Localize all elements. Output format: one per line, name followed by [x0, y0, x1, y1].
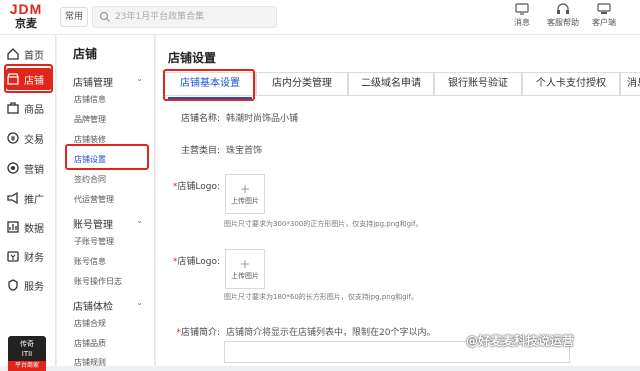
plus-icon: +: [239, 257, 251, 271]
logo2-label-text: 店铺Logo:: [177, 257, 220, 267]
watermark-text: @好麦麦科技说运营: [466, 334, 575, 348]
promo-badge[interactable]: 传奇 ITII 平台商家: [8, 336, 46, 371]
intro-label-text: 店铺简介:: [180, 328, 220, 338]
intro-label: *店铺简介:: [150, 325, 220, 338]
group-label: 店铺体检: [73, 302, 113, 313]
sidebar-item-contract[interactable]: 签约合同: [74, 174, 106, 185]
logo-text: JDM: [9, 1, 43, 17]
rail-item-trade[interactable]: 交易: [6, 127, 52, 149]
goods-icon: [7, 102, 19, 114]
store-name-value: 韩潮时尚饰品小铺: [226, 114, 299, 124]
logo2-hint: 图片尺寸要求为180*60的长方形图片，仅支持jpg,png和gif。: [224, 293, 418, 301]
rail-label: 财务: [24, 252, 44, 264]
desktop-icon: [597, 3, 611, 14]
rail-label: 服务: [24, 281, 44, 293]
rail-label: 交易: [24, 134, 44, 146]
highlight-box-store-settings: [65, 144, 149, 170]
sidebar-item-quality[interactable]: 店铺品质: [74, 338, 106, 349]
store-name-label: 店铺名称:: [180, 114, 220, 124]
sidebar-item-account-log[interactable]: 账号操作日志: [74, 276, 122, 287]
sidebar-title: 店铺: [73, 47, 98, 61]
data-icon: [7, 221, 19, 233]
promo-tag: 平台商家: [8, 361, 46, 371]
rail-label: 商品: [24, 104, 44, 116]
group-label: 店铺管理: [73, 78, 113, 89]
tab-card-auth[interactable]: 个人卡支付授权: [522, 72, 620, 96]
sidebar-item-agency[interactable]: 代运营管理: [74, 194, 114, 205]
rail-label: 数据: [24, 223, 44, 235]
logo2-uploader[interactable]: + 上传图片: [225, 249, 265, 289]
jdm-logo[interactable]: JDM 京麦: [6, 2, 46, 33]
search-input[interactable]: [115, 9, 273, 25]
upload-label: 上传图片: [231, 272, 259, 280]
sidebar-item-store-info[interactable]: 店铺信息: [74, 94, 106, 105]
logo-sub: 京麦: [15, 17, 37, 30]
logo2-label: *店铺Logo:: [150, 254, 220, 267]
logo1-uploader[interactable]: + 上传图片: [225, 174, 265, 214]
messages-label: 消息: [514, 18, 530, 27]
sidebar-item-rules[interactable]: 店铺规则: [74, 357, 106, 368]
promotion-icon: [7, 191, 18, 205]
client-button[interactable]: 客户端: [592, 3, 616, 28]
highlight-box-store-nav: [4, 64, 53, 93]
search-icon: [99, 11, 110, 22]
help-label: 客服帮助: [547, 18, 579, 27]
chevron-down-icon: ⌄: [136, 74, 143, 83]
tab-category-manage[interactable]: 店内分类管理: [256, 72, 348, 96]
rail-item-goods[interactable]: 商品: [6, 97, 52, 119]
highlight-box-basic-tab: [163, 69, 255, 101]
rail-label: 推广: [24, 194, 44, 206]
messages-button[interactable]: 消息: [514, 3, 530, 28]
rail-item-promotion[interactable]: 推广: [6, 187, 52, 209]
upload-label: 上传图片: [231, 197, 259, 205]
sidebar-item-account-info[interactable]: 账号信息: [74, 256, 106, 267]
group-store-manage[interactable]: 店铺管理 ⌄: [73, 74, 147, 89]
finance-icon: [7, 251, 19, 262]
home-icon: [7, 48, 19, 60]
logo1-label-text: 店铺Logo:: [177, 182, 220, 192]
tab-messages[interactable]: 消息: [620, 72, 640, 96]
help-button[interactable]: 客服帮助: [547, 3, 579, 28]
logo1-label: *店铺Logo:: [150, 179, 220, 192]
sidebar-item-compliance[interactable]: 店铺合规: [74, 318, 106, 329]
rail-label: 营销: [24, 164, 44, 176]
promo-text: 传奇 ITII: [20, 340, 34, 358]
search-box[interactable]: [92, 6, 277, 28]
category-label: 主营类目:: [180, 146, 220, 156]
trade-icon: [7, 132, 19, 144]
rail-item-home[interactable]: 首页: [6, 43, 52, 65]
monitor-icon: [515, 3, 529, 15]
tab-bank-verify[interactable]: 银行账号验证: [434, 72, 522, 96]
page-title: 店铺设置: [168, 51, 217, 65]
marketing-icon: [7, 162, 19, 174]
client-label: 客户端: [592, 18, 616, 27]
plus-icon: +: [239, 182, 251, 196]
tab-subdomain[interactable]: 二级域名申请: [348, 72, 434, 96]
rail-item-data[interactable]: 数据: [6, 216, 52, 238]
intro-hint: 店铺简介将显示在店铺列表中，限制在20个字以内。: [226, 328, 436, 338]
sidebar-item-subaccount[interactable]: 子账号管理: [74, 236, 114, 247]
rail-item-finance[interactable]: 财务: [6, 245, 52, 267]
rail-item-service[interactable]: 服务: [6, 274, 52, 296]
service-icon: [8, 279, 18, 291]
rail-label: 首页: [24, 50, 44, 62]
group-account-manage[interactable]: 账号管理 ⌄: [73, 216, 147, 231]
common-button[interactable]: 常用: [60, 7, 88, 27]
chevron-down-icon: ⌄: [136, 298, 143, 307]
group-store-check[interactable]: 店铺体检 ⌄: [73, 298, 147, 313]
category-value: 珠宝首饰: [226, 146, 263, 156]
headset-icon: [557, 3, 569, 14]
rail-item-marketing[interactable]: 营销: [6, 157, 52, 179]
logo1-hint: 图片尺寸要求为300*300的正方形图片，仅支持jpg,png和gif。: [224, 220, 423, 228]
sidebar-item-brand[interactable]: 品牌管理: [74, 114, 106, 125]
chevron-down-icon: ⌄: [136, 216, 143, 225]
group-label: 账号管理: [73, 220, 113, 231]
top-bar: JDM 京麦 常用 消息 客服帮助 客户端: [0, 0, 640, 35]
store-sidebar: 店铺 店铺管理 ⌄ 店铺信息 品牌管理 店铺装修 店铺设置 签约合同 代运营管理…: [57, 35, 155, 368]
